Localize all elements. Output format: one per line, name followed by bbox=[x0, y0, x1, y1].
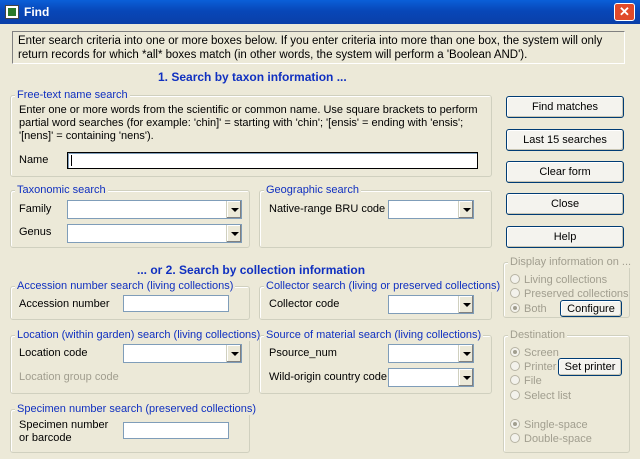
option-label: Living collections bbox=[524, 274, 608, 286]
source-group: Source of material search (living collec… bbox=[259, 329, 492, 394]
specimen-legend: Specimen number search (preserved collec… bbox=[15, 403, 259, 415]
option-label: Screen bbox=[524, 347, 559, 359]
help-button[interactable]: Help bbox=[506, 226, 624, 248]
collector-label: Collector code bbox=[269, 298, 340, 310]
find-matches-button[interactable]: Find matches bbox=[506, 96, 624, 118]
chevron-down-icon[interactable] bbox=[226, 345, 241, 362]
name-input[interactable] bbox=[67, 152, 478, 169]
specimen-input[interactable] bbox=[123, 422, 229, 439]
display-living-option[interactable]: Living collections bbox=[510, 274, 607, 286]
specimen-group: Specimen number search (preserved collec… bbox=[10, 403, 259, 453]
location-group: Location (within garden) search (living … bbox=[10, 329, 263, 394]
accession-label: Accession number bbox=[19, 298, 110, 310]
window-title: Find bbox=[24, 5, 50, 19]
country-label: Wild-origin country code bbox=[269, 371, 387, 383]
intro-text: Enter search criteria into one or more b… bbox=[12, 31, 625, 64]
country-combo[interactable] bbox=[388, 368, 474, 387]
radio-selected-icon bbox=[510, 347, 520, 357]
destination-group: Destination Screen Printer File Select l… bbox=[503, 329, 630, 453]
destination-screen-option[interactable]: Screen bbox=[510, 347, 559, 359]
set-printer-button[interactable]: Set printer bbox=[558, 358, 622, 376]
display-both-option[interactable]: Both bbox=[510, 303, 547, 315]
accession-legend: Accession number search (living collecti… bbox=[15, 280, 236, 292]
destination-select-list-option[interactable]: Select list bbox=[510, 390, 571, 402]
option-label: Printer bbox=[524, 361, 557, 373]
option-label: Select list bbox=[524, 390, 572, 402]
family-combo[interactable] bbox=[67, 200, 242, 219]
option-label: Preserved collections bbox=[524, 288, 629, 300]
chevron-down-icon[interactable] bbox=[458, 296, 473, 313]
bru-combo[interactable] bbox=[388, 200, 474, 219]
geographic-group: Geographic search Native-range BRU code bbox=[259, 184, 492, 248]
display-info-group: Display information on ... Living collec… bbox=[503, 256, 634, 318]
radio-icon bbox=[510, 274, 520, 284]
close-button[interactable]: Close bbox=[506, 193, 624, 215]
radio-icon bbox=[510, 361, 520, 371]
location-legend: Location (within garden) search (living … bbox=[15, 329, 263, 341]
name-label: Name bbox=[19, 154, 49, 166]
family-label: Family bbox=[19, 203, 52, 215]
option-label: Double-space bbox=[524, 433, 592, 445]
option-label: Both bbox=[524, 303, 547, 315]
clear-form-button[interactable]: Clear form bbox=[506, 161, 624, 183]
app-icon bbox=[5, 5, 19, 19]
section2-heading: ... or 2. Search by collection informati… bbox=[137, 263, 366, 277]
free-text-description: Enter one or more words from the scienti… bbox=[19, 104, 478, 142]
display-preserved-option[interactable]: Preserved collections bbox=[510, 288, 629, 300]
location-group-label: Location group code bbox=[19, 371, 119, 383]
destination-file-option[interactable]: File bbox=[510, 375, 542, 387]
option-label: Single-space bbox=[524, 419, 588, 431]
geographic-legend: Geographic search bbox=[264, 184, 361, 196]
specimen-label: Specimen number or barcode bbox=[19, 419, 109, 444]
accession-group: Accession number search (living collecti… bbox=[10, 280, 250, 320]
collector-combo[interactable] bbox=[388, 295, 474, 314]
destination-legend: Destination bbox=[508, 329, 568, 341]
radio-icon bbox=[510, 288, 520, 298]
find-window: Find ✕ Enter search criteria into one or… bbox=[0, 0, 640, 459]
title-bar[interactable]: Find ✕ bbox=[0, 0, 640, 24]
collector-legend: Collector search (living or preserved co… bbox=[264, 280, 503, 292]
psource-combo[interactable] bbox=[388, 344, 474, 363]
destination-printer-option[interactable]: Printer bbox=[510, 361, 556, 373]
chevron-down-icon[interactable] bbox=[458, 369, 473, 386]
radio-icon bbox=[510, 390, 520, 400]
taxonomic-group: Taxonomic search Family Genus bbox=[10, 184, 250, 248]
genus-label: Genus bbox=[19, 226, 52, 238]
last-15-searches-button[interactable]: Last 15 searches bbox=[506, 129, 624, 151]
radio-icon bbox=[510, 433, 520, 443]
display-info-legend: Display information on ... bbox=[508, 256, 634, 268]
text-caret bbox=[71, 155, 72, 166]
location-code-combo[interactable] bbox=[123, 344, 242, 363]
radio-icon bbox=[510, 375, 520, 385]
taxonomic-legend: Taxonomic search bbox=[15, 184, 108, 196]
source-legend: Source of material search (living collec… bbox=[264, 329, 484, 341]
chevron-down-icon[interactable] bbox=[226, 225, 241, 242]
window-close-button[interactable]: ✕ bbox=[614, 3, 635, 21]
location-code-label: Location code bbox=[19, 347, 88, 359]
radio-selected-icon bbox=[510, 419, 520, 429]
bru-label: Native-range BRU code bbox=[269, 203, 386, 215]
psource-label: Psource_num bbox=[269, 347, 337, 359]
radio-selected-icon bbox=[510, 303, 520, 313]
option-label: File bbox=[524, 375, 542, 387]
chevron-down-icon[interactable] bbox=[458, 345, 473, 362]
collector-group: Collector search (living or preserved co… bbox=[259, 280, 503, 320]
genus-combo[interactable] bbox=[67, 224, 242, 243]
free-text-group: Free-text name search Enter one or more … bbox=[10, 89, 492, 177]
accession-input[interactable] bbox=[123, 295, 229, 312]
free-text-legend: Free-text name search bbox=[15, 89, 130, 101]
chevron-down-icon[interactable] bbox=[458, 201, 473, 218]
double-space-option[interactable]: Double-space bbox=[510, 433, 592, 445]
single-space-option[interactable]: Single-space bbox=[510, 419, 588, 431]
chevron-down-icon[interactable] bbox=[226, 201, 241, 218]
section1-heading: 1. Search by taxon information ... bbox=[158, 70, 347, 84]
configure-button[interactable]: Configure bbox=[560, 300, 622, 317]
